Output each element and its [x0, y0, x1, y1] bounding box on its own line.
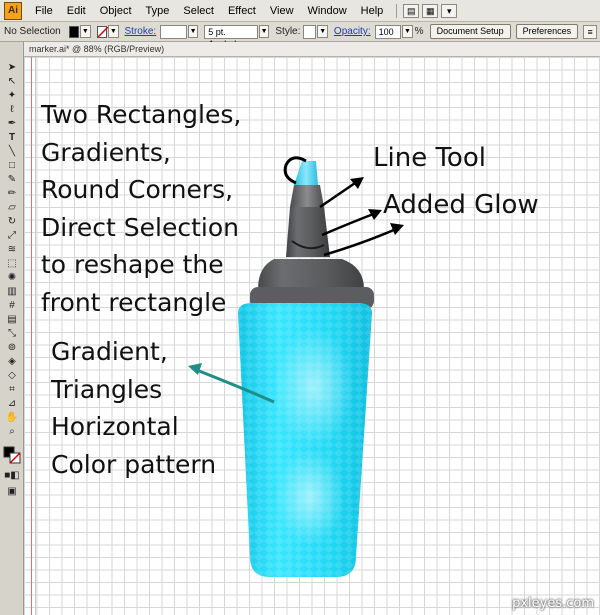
body-highlight [274, 327, 354, 447]
workspace-dropdown[interactable]: ▾ [441, 3, 458, 18]
crop-area-tool-icon[interactable]: ⌗ [4, 384, 20, 396]
slice-tool-icon[interactable]: ⊿ [4, 398, 20, 410]
panel-menu-icon[interactable]: ≡ [583, 24, 597, 39]
marker-cap-upper [286, 207, 330, 257]
menu-file[interactable]: File [28, 0, 60, 22]
menu-divider [396, 3, 398, 18]
annotation-shapes: Two Rectangles, Gradients, Round Corners… [41, 100, 242, 317]
document-setup-button[interactable]: Document Setup [429, 24, 511, 39]
artboard-canvas[interactable]: Two Rectangles, Gradients, Round Corners… [24, 57, 600, 615]
graph-tool-icon[interactable]: ▥ [4, 286, 20, 298]
menu-help[interactable]: Help [354, 0, 391, 22]
style-dropdown[interactable]: ▼ [317, 25, 328, 38]
control-bar: No Selection ▼ ▼ Stroke: ▼ 5 pt. Angled … [0, 22, 600, 49]
brush-field[interactable]: 5 pt. Angled [204, 24, 258, 49]
fill-swatch[interactable] [68, 25, 80, 38]
arrow-glow-lower-head [390, 223, 404, 235]
rectangle-tool-icon[interactable]: □ [4, 160, 20, 172]
pen-tool-icon[interactable]: ✒ [4, 118, 20, 130]
document-tab[interactable]: marker.ai* @ 88% (RGB/Preview) [24, 42, 600, 57]
stroke-weight-dropdown[interactable]: ▼ [187, 25, 199, 38]
arrange-documents-button[interactable]: ▦ [422, 3, 439, 18]
hand-tool-icon[interactable]: ✋ [4, 412, 20, 424]
blend-tool-icon[interactable]: ⊚ [4, 342, 20, 354]
warp-tool-icon[interactable]: ≋ [4, 244, 20, 256]
bridge-button[interactable]: ▤ [403, 3, 420, 18]
stroke-link[interactable]: Stroke: [125, 26, 157, 37]
menu-window[interactable]: Window [301, 0, 354, 22]
live-paint-tool-icon[interactable]: ◈ [4, 356, 20, 368]
opacity-field[interactable]: 100 [374, 24, 402, 39]
rotate-tool-icon[interactable]: ↻ [4, 216, 20, 228]
line-tool-icon[interactable]: ╲ [4, 146, 20, 158]
marker-neck [290, 185, 324, 207]
type-tool-icon[interactable]: T [4, 132, 20, 144]
selection-tool-icon[interactable]: ➤ [4, 62, 20, 74]
eraser-tool-icon[interactable]: ▱ [4, 202, 20, 214]
style-label: Style: [275, 26, 301, 37]
selection-status: No Selection [4, 26, 61, 37]
watermark: pxleyes.com [512, 596, 594, 611]
stroke-weight-field[interactable] [160, 24, 187, 39]
menu-edit[interactable]: Edit [60, 0, 93, 22]
menu-object[interactable]: Object [93, 0, 139, 22]
symbol-sprayer-tool-icon[interactable]: ✺ [4, 272, 20, 284]
fill-dropdown[interactable]: ▼ [80, 25, 91, 38]
app-logo: Ai [4, 1, 22, 20]
opacity-unit: % [414, 26, 424, 37]
direct-selection-tool-icon[interactable]: ↖ [4, 76, 20, 88]
opacity-dropdown[interactable]: ▼ [402, 25, 413, 38]
lasso-tool-icon[interactable]: ℓ [4, 104, 20, 116]
fill-stroke-icon[interactable] [3, 446, 21, 464]
live-paint-selection-tool-icon[interactable]: ◇ [4, 370, 20, 382]
stroke-swatch[interactable] [96, 25, 108, 38]
brush-dropdown[interactable]: ▼ [258, 25, 270, 38]
menu-bar: Ai File Edit Object Type Select Effect V… [0, 0, 600, 22]
scale-tool-icon[interactable]: ⤢ [4, 230, 20, 242]
arrow-added-glow [321, 211, 377, 237]
annotation-line-tool: Line Tool [373, 143, 486, 173]
arrow-glow-lower [323, 227, 397, 257]
mesh-tool-icon[interactable]: # [4, 300, 20, 312]
free-transform-tool-icon[interactable]: ⬚ [4, 258, 20, 270]
gradient-tool-icon[interactable]: ▤ [4, 314, 20, 326]
marker-tip [294, 161, 318, 185]
menu-view[interactable]: View [263, 0, 301, 22]
zoom-tool-icon[interactable]: ⌕ [4, 426, 20, 438]
menu-effect[interactable]: Effect [221, 0, 263, 22]
preferences-button[interactable]: Preferences [515, 24, 579, 39]
magic-wand-tool-icon[interactable]: ✦ [4, 90, 20, 102]
color-mode-icon[interactable]: ■◧ [4, 470, 20, 482]
stroke-dropdown[interactable]: ▼ [108, 25, 119, 38]
arrow-line-tool-head [350, 177, 364, 189]
menu-select[interactable]: Select [176, 0, 221, 22]
paintbrush-tool-icon[interactable]: ✎ [4, 174, 20, 186]
menu-type[interactable]: Type [139, 0, 177, 22]
tools-panel: ➤ ↖ ✦ ℓ ✒ T ╲ □ ✎ ✏ ▱ ↻ ⤢ ≋ ⬚ ✺ ▥ # ▤ ⤡ … [0, 42, 24, 615]
annotation-pattern: Gradient, Triangles Horizontal Color pat… [51, 337, 217, 479]
arrow-line-tool [319, 179, 359, 209]
style-swatch[interactable] [303, 24, 317, 39]
opacity-link[interactable]: Opacity: [334, 26, 371, 37]
annotation-added-glow: Added Glow [383, 190, 539, 220]
screen-mode-icon[interactable]: ▣ [4, 486, 20, 498]
pencil-tool-icon[interactable]: ✏ [4, 188, 20, 200]
no-stroke-icon [97, 26, 108, 37]
body-highlight-lower [276, 449, 344, 545]
eyedropper-tool-icon[interactable]: ⤡ [4, 328, 20, 340]
